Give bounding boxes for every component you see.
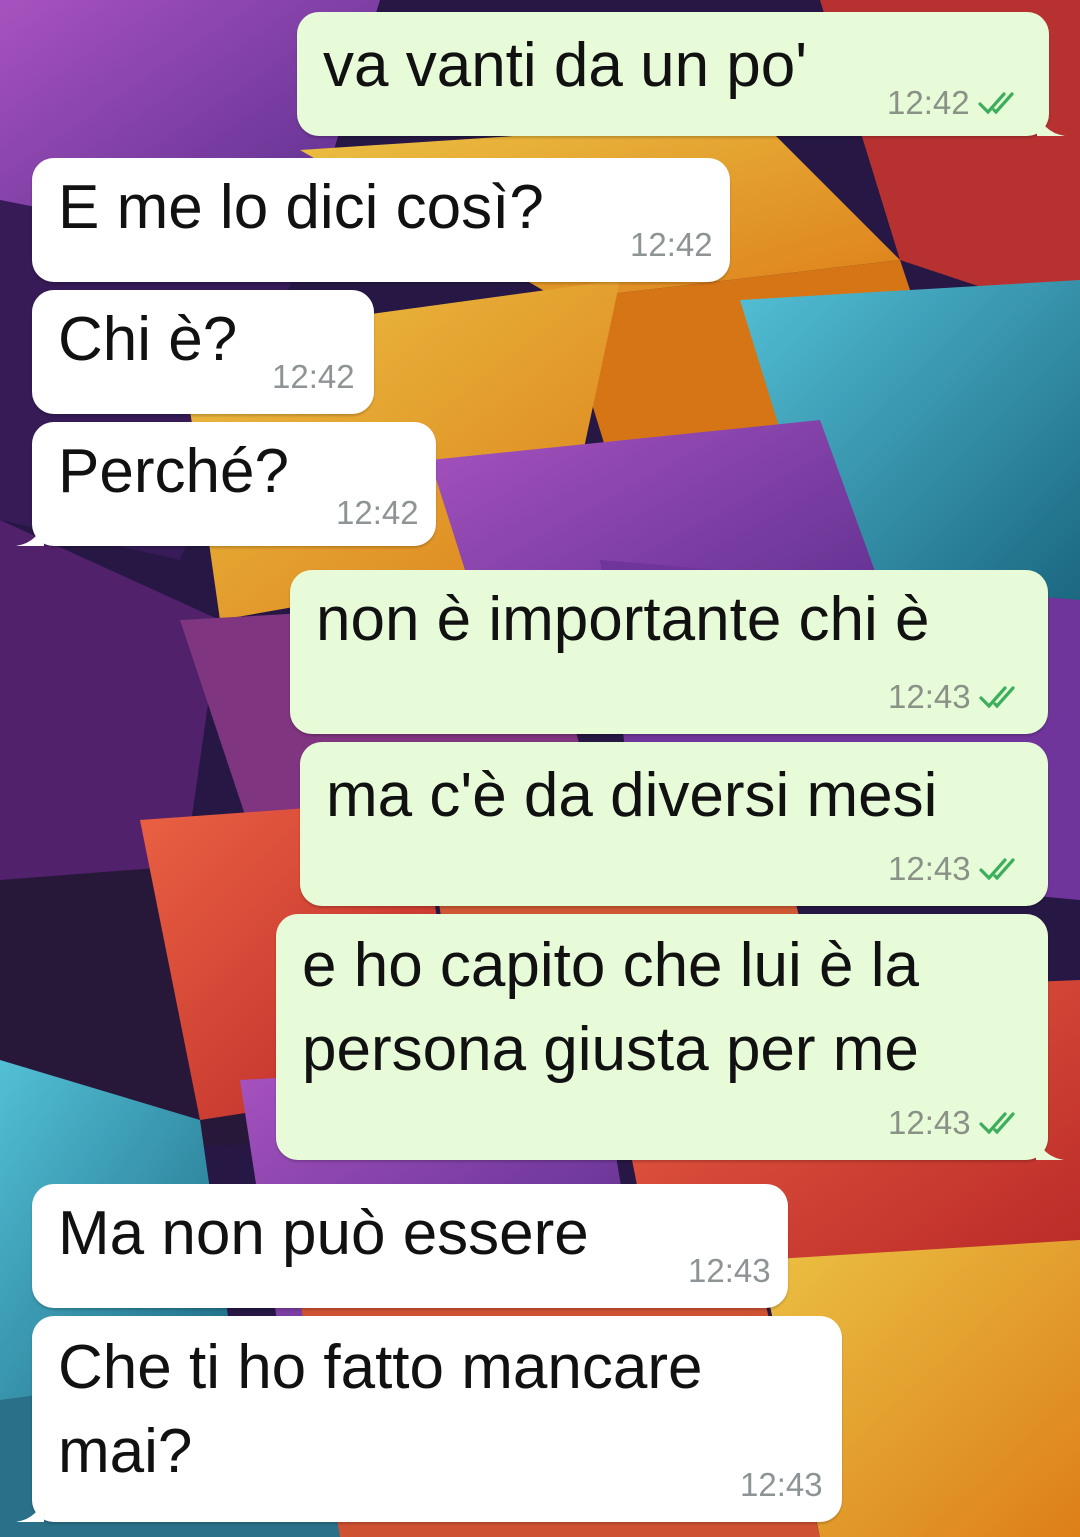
incoming-message-bubble[interactable]: Chi è? 12:42 [32, 290, 374, 414]
message-meta: 12:42 [887, 84, 1024, 122]
message-meta: 12:43 [740, 1466, 823, 1504]
bubble-tail [1037, 108, 1065, 136]
message-time: 12:43 [740, 1466, 823, 1503]
bubble-tail [1036, 1132, 1064, 1160]
message-time: 12:42 [272, 358, 355, 395]
read-double-check-icon [978, 858, 1015, 881]
message-text: ma c'è da diversi mesi [326, 761, 938, 830]
outgoing-message-bubble[interactable]: ma c'è da diversi mesi 12:43 [300, 742, 1048, 906]
message-time: 12:42 [630, 226, 713, 263]
outgoing-message-bubble[interactable]: non è importante chi è 12:43 [290, 570, 1048, 734]
bubble-tail [16, 518, 44, 546]
message-text: Che ti ho fatto mancare [58, 1333, 703, 1402]
message-meta: 12:43 [888, 1104, 1025, 1142]
message-meta: 12:43 [688, 1252, 771, 1290]
message-time: 12:42 [336, 494, 419, 531]
message-text: va vanti da un po' [323, 31, 808, 100]
message-time: 12:42 [887, 84, 970, 121]
message-time: 12:43 [888, 1104, 971, 1141]
message-text: Perché? [58, 437, 289, 506]
message-list[interactable]: va vanti da un po' 12:42 E me lo dici così… [0, 0, 1080, 1537]
message-meta: 12:43 [888, 678, 1025, 716]
message-text: persona giusta per me [302, 1015, 919, 1084]
message-text: e ho capito che lui è la [302, 931, 919, 1000]
message-meta: 12:43 [888, 850, 1025, 888]
bubble-tail [16, 1494, 44, 1522]
message-time: 12:43 [688, 1252, 771, 1289]
message-text: E me lo dici così? [58, 173, 544, 242]
message-meta: 12:42 [630, 226, 713, 264]
incoming-message-bubble[interactable]: Che ti ho fatto mancare mai? 12:43 [16, 1316, 842, 1522]
message-meta: 12:42 [336, 494, 419, 532]
message-text: Ma non può essere [58, 1199, 589, 1268]
message-time: 12:43 [888, 678, 971, 715]
message-time: 12:43 [888, 850, 971, 887]
incoming-message-bubble[interactable]: Perché? 12:42 [16, 422, 436, 546]
incoming-message-bubble[interactable]: Ma non può essere 12:43 [32, 1184, 788, 1308]
message-text: Chi è? [58, 305, 238, 374]
message-meta: 12:42 [272, 358, 355, 396]
message-text: mai? [58, 1417, 193, 1486]
read-double-check-icon [977, 92, 1014, 115]
read-double-check-icon [978, 1112, 1015, 1135]
read-double-check-icon [978, 686, 1015, 709]
outgoing-message-bubble[interactable]: va vanti da un po' 12:42 [297, 12, 1065, 136]
incoming-message-bubble[interactable]: E me lo dici così? 12:42 [32, 158, 730, 282]
outgoing-message-bubble[interactable]: e ho capito che lui è la persona giusta p… [276, 914, 1064, 1160]
message-text: non è importante chi è [316, 585, 930, 654]
